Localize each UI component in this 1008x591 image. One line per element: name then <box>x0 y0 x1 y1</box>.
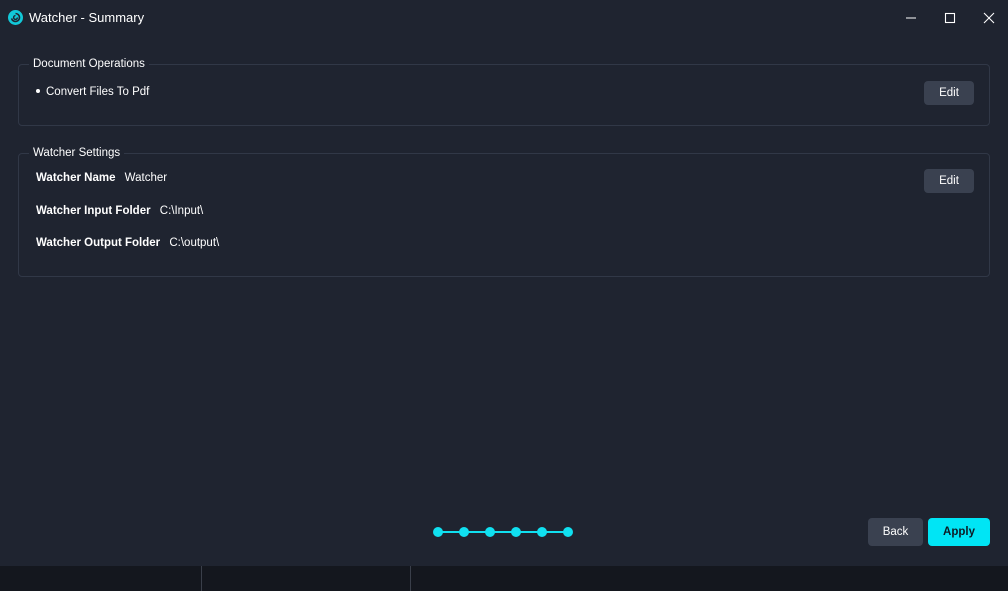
close-icon <box>983 12 995 24</box>
watcher-app-icon <box>8 10 23 25</box>
minimize-icon <box>906 17 916 19</box>
watcher-name-value: Watcher <box>124 172 168 184</box>
watcher-name-row: Watcher Name Watcher <box>36 172 167 184</box>
apply-button[interactable]: Apply <box>928 518 990 546</box>
bottom-bar <box>0 566 1008 591</box>
edit-watcher-settings-button[interactable]: Edit <box>924 169 974 193</box>
watcher-settings-legend: Watcher Settings <box>29 146 125 161</box>
watcher-settings-group: Watcher Settings Watcher Name Watcher Wa… <box>18 146 990 277</box>
watcher-output-folder-label: Watcher Output Folder <box>36 237 161 249</box>
bottom-divider <box>410 566 411 591</box>
maximize-button[interactable] <box>935 6 965 30</box>
bottom-divider <box>201 566 202 591</box>
wizard-step-dot <box>511 527 521 537</box>
wizard-step-dot <box>537 527 547 537</box>
watcher-input-folder-row: Watcher Input Folder C:\Input\ <box>36 205 203 217</box>
watcher-output-folder-row: Watcher Output Folder C:\output\ <box>36 237 219 249</box>
wizard-step-dot <box>433 527 443 537</box>
title-bar: Watcher - Summary <box>0 0 1008 36</box>
document-operations-legend: Document Operations <box>29 57 149 72</box>
watcher-output-folder-value: C:\output\ <box>169 237 220 249</box>
watcher-input-folder-value: C:\Input\ <box>159 205 204 217</box>
wizard-step-indicator <box>433 526 575 538</box>
window-title: Watcher - Summary <box>29 10 145 25</box>
wizard-step-dot <box>485 527 495 537</box>
minimize-button[interactable] <box>896 6 926 30</box>
watcher-input-folder-label: Watcher Input Folder <box>36 205 151 217</box>
edit-document-operations-button[interactable]: Edit <box>924 81 974 105</box>
close-button[interactable] <box>974 6 1004 30</box>
list-item: Convert Files To Pdf <box>36 86 149 98</box>
watcher-name-label: Watcher Name <box>36 172 116 184</box>
back-button[interactable]: Back <box>868 518 923 546</box>
bullet-icon <box>36 88 40 93</box>
wizard-step-dot <box>459 527 469 537</box>
document-operations-group: Document Operations Convert Files To Pdf… <box>18 57 990 126</box>
operation-label: Convert Files To Pdf <box>46 86 150 98</box>
maximize-icon <box>944 12 956 24</box>
wizard-step-dot <box>563 527 573 537</box>
step-connector <box>438 531 568 533</box>
